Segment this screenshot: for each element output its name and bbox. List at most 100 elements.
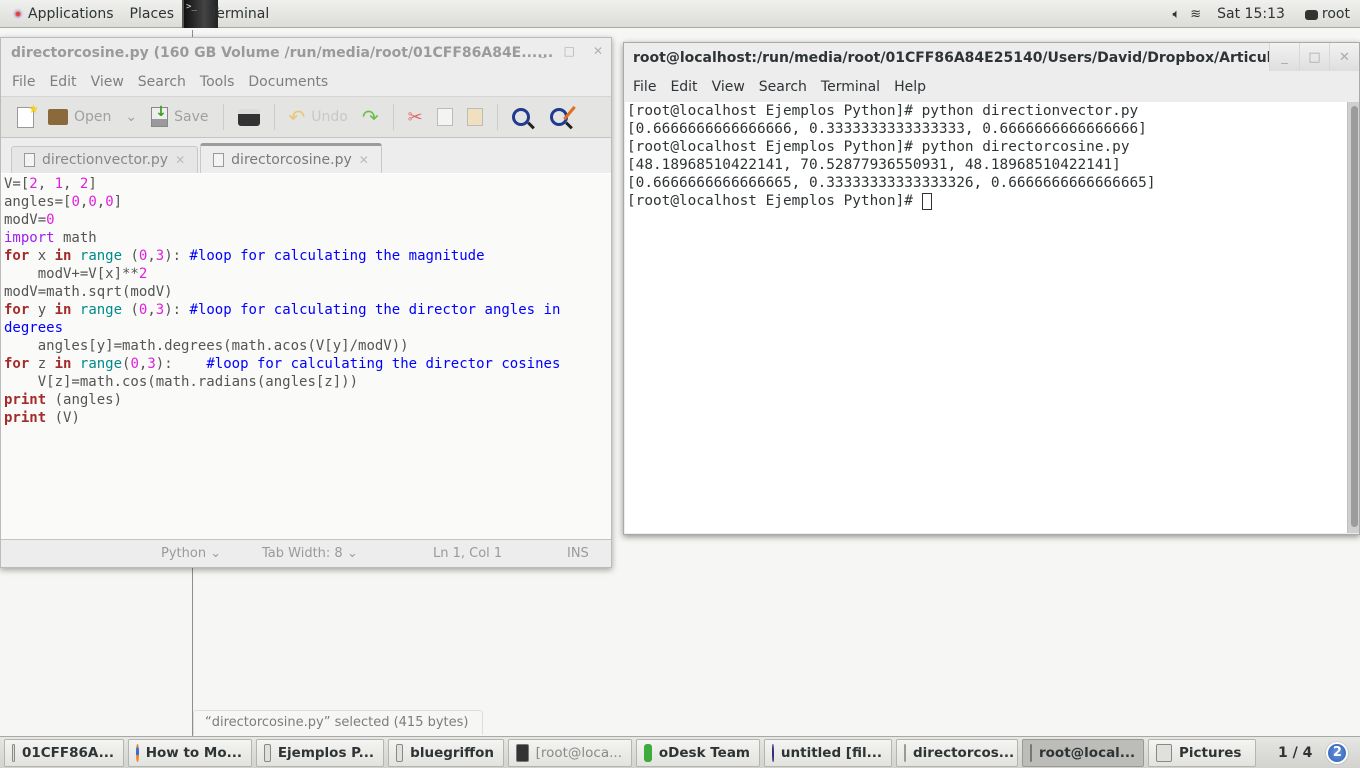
close-button[interactable]: ✕ [1329, 43, 1359, 71]
taskbar-item-label: Ejemplos P... [277, 744, 374, 761]
menu-view[interactable]: View [705, 79, 752, 95]
code-line: modV=math.sqrt(modV) [4, 284, 173, 300]
maximize-button[interactable]: □ [1299, 43, 1329, 71]
volume-muted-icon[interactable]: 🔈︎ [1172, 7, 1180, 22]
code-line: for x in range (0,3): #loop for calculat… [4, 248, 485, 264]
printer-icon [237, 108, 260, 126]
undo-button[interactable]: ↶ Undo [285, 102, 352, 132]
language-selector[interactable]: Python ⌄ [161, 546, 221, 561]
replace-button[interactable] [546, 102, 572, 132]
code-line: V=[2, 1, 2] [4, 176, 97, 192]
active-app-menu[interactable]: >_ Terminal [182, 0, 277, 28]
gedit-statusbar: Python ⌄ Tab Width: 8 ⌄ Ln 1, Col 1 INS [1, 539, 611, 567]
clock[interactable]: Sat 15:13 [1217, 6, 1285, 22]
terminal-window: root@localhost:/run/media/root/01CFF86A8… [623, 42, 1360, 535]
menu-edit[interactable]: Edit [42, 74, 83, 90]
maximize-button[interactable]: □ [564, 44, 575, 58]
taskbar-item-label: How to Mo... [145, 744, 242, 761]
toolbar-separator [496, 104, 498, 130]
taskbar-item[interactable]: root@local... [1022, 738, 1144, 767]
save-icon [151, 104, 169, 127]
menu-documents[interactable]: Documents [241, 74, 335, 90]
applications-menu[interactable]: Applications [0, 0, 122, 28]
tab-width-selector[interactable]: Tab Width: 8 ⌄ [262, 546, 358, 561]
menu-edit[interactable]: Edit [663, 79, 704, 95]
search-replace-icon [549, 108, 568, 126]
close-button[interactable]: ✕ [593, 44, 603, 58]
scrollbar-thumb[interactable] [1351, 106, 1358, 527]
tab-directorcosine[interactable]: directorcosine.py ✕ [200, 143, 382, 173]
odesk-icon [644, 743, 652, 762]
redo-button[interactable]: ↷ [358, 102, 383, 132]
undo-icon: ↶ [288, 105, 306, 129]
terminal-title-bar[interactable]: root@localhost:/run/media/root/01CFF86A8… [624, 43, 1359, 73]
bluegriffon-icon [772, 743, 774, 762]
save-label: Save [174, 109, 209, 125]
toolbar-separator [222, 104, 224, 130]
text-editor-icon [904, 743, 906, 762]
taskbar-item[interactable]: untitled [fil... [764, 738, 892, 767]
print-button[interactable] [234, 102, 264, 132]
taskbar-item[interactable]: bluegriffon [388, 738, 504, 767]
taskbar-item-label: oDesk Team [658, 744, 750, 761]
find-button[interactable] [508, 102, 534, 132]
code-line: modV+=V[x]**2 [4, 266, 148, 282]
terminal-line: [48.18968510422141, 70.52877936550931, 4… [627, 157, 1121, 173]
scissors-icon: ✂ [407, 106, 423, 128]
taskbar-item[interactable]: [root@loca... [508, 738, 632, 767]
taskbar-item[interactable]: 01CFF86A... [4, 738, 124, 767]
minimize-button[interactable]: _ [1269, 43, 1299, 71]
minimize-button[interactable]: _ [540, 44, 546, 58]
open-button[interactable]: Open [44, 102, 115, 132]
menu-search[interactable]: Search [131, 74, 193, 90]
code-content: V=[2, 1, 2] angles=[0,0,0] modV=0 import ma… [4, 175, 608, 427]
taskbar-item[interactable]: directorcos... [896, 738, 1018, 767]
terminal-screen[interactable]: [root@localhost Ejemplos Python]# python… [625, 102, 1347, 533]
chevron-down-icon: ⌄ [346, 546, 358, 561]
chevron-down-icon: ⌄ [210, 546, 222, 561]
notification-badge[interactable]: 2 [1326, 741, 1349, 764]
taskbar-item[interactable]: How to Mo... [128, 738, 252, 767]
wifi-icon[interactable]: ≋ [1190, 7, 1201, 22]
open-recent-dropdown[interactable]: ⌄ [121, 102, 141, 132]
menu-file[interactable]: File [5, 74, 42, 90]
terminal-title: root@localhost:/run/media/root/01CFF86A8… [633, 50, 1306, 66]
places-menu[interactable]: Places [122, 0, 183, 28]
paste-button[interactable] [463, 102, 487, 132]
user-menu[interactable]: root [1304, 0, 1350, 28]
code-editor[interactable]: V=[2, 1, 2] angles=[0,0,0] modV=0 import ma… [1, 173, 611, 540]
file-cabinet-icon [396, 743, 404, 762]
save-button[interactable]: Save [147, 102, 212, 132]
taskbar-item[interactable]: Ejemplos P... [256, 738, 384, 767]
firefox-icon [136, 743, 139, 762]
menu-tools[interactable]: Tools [193, 74, 242, 90]
new-button[interactable] [13, 102, 39, 132]
close-icon[interactable]: ✕ [175, 153, 185, 167]
taskbar-item-label: [root@loca... [535, 744, 622, 761]
terminal-line: [root@localhost Ejemplos Python]# python… [627, 139, 1130, 155]
gedit-title-bar[interactable]: directorcosine.py (160 GB Volume /run/me… [1, 38, 611, 68]
taskbar-item-label: root@local... [1039, 744, 1136, 761]
close-icon[interactable]: ✕ [359, 153, 369, 167]
terminal-icon [1030, 743, 1032, 762]
code-line: modV=0 [4, 212, 55, 228]
menu-help[interactable]: Help [887, 79, 933, 95]
code-line: print (angles) [4, 392, 123, 408]
cut-button[interactable]: ✂ [404, 102, 427, 132]
workspace-indicator[interactable]: 1 / 4 [1278, 745, 1312, 761]
tab-directionvector[interactable]: directionvector.py ✕ [11, 146, 199, 173]
gedit-window-controls: _ □ ✕ [540, 44, 603, 58]
taskbar-item-label: untitled [fil... [780, 744, 882, 761]
taskbar-item[interactable]: oDesk Team [636, 738, 760, 767]
copy-icon [436, 108, 453, 126]
terminal-scrollbar[interactable] [1347, 102, 1359, 533]
terminal-line: [0.6666666666666666, 0.3333333333333333,… [627, 121, 1147, 137]
menu-terminal[interactable]: Terminal [814, 79, 887, 95]
menu-file[interactable]: File [626, 79, 663, 95]
copy-button[interactable] [433, 102, 457, 132]
taskbar-item[interactable]: Pictures [1148, 738, 1256, 767]
menu-view[interactable]: View [84, 74, 131, 90]
menu-search[interactable]: Search [752, 79, 814, 95]
terminal-prompt: [root@localhost Ejemplos Python]# [627, 193, 922, 209]
file-icon [213, 152, 225, 167]
